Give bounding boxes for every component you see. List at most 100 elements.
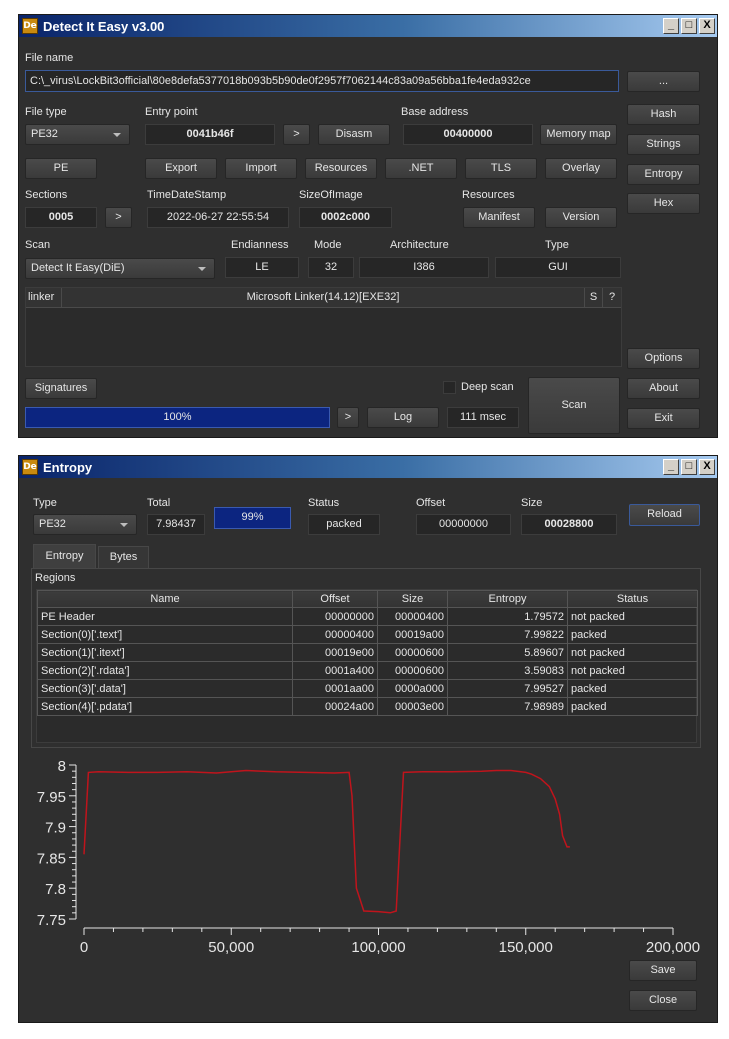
close-window-button[interactable]: X [699,18,715,34]
total-label: Total [147,497,171,509]
file-name-input[interactable]: C:\_virus\LockBit3official\80e8defa53770… [25,70,619,92]
column-header-name[interactable]: Name [37,590,293,608]
pe-button[interactable]: PE [25,158,97,179]
minimize-button[interactable]: _ [663,459,679,475]
type-label: Type [33,497,57,509]
region-status: packed [567,625,698,644]
about-button[interactable]: About [627,378,700,399]
x-tick-label: 150,000 [499,939,553,956]
column-header-size[interactable]: Size [377,590,448,608]
region-name: Section(1)['.itext'] [37,643,293,662]
main-window: De Detect It Easy v3.00 _ □ X File name … [18,14,718,438]
signatures-button[interactable]: Signatures [25,378,97,399]
scan-button[interactable]: Scan [528,377,620,434]
region-offset: 00024a00 [292,697,378,716]
save-button[interactable]: Save [629,960,697,981]
exit-button[interactable]: Exit [627,408,700,429]
region-entropy: 1.79572 [447,607,568,626]
manifest-button[interactable]: Manifest [463,207,535,228]
disasm-button[interactable]: Disasm [318,124,390,145]
column-header-offset[interactable]: Offset [292,590,378,608]
minimize-button[interactable]: _ [663,18,679,34]
region-status: not packed [567,607,698,626]
table-row[interactable]: Section(3)['.data'] 0001aa00 0000a000 7.995… [37,679,698,698]
chevron-down-icon [198,267,206,271]
detection-row[interactable]: linker Microsoft Linker(14.12)[EXE32] S … [26,288,621,308]
tab-bytes[interactable]: Bytes [98,546,149,568]
offset-label: Offset [416,497,446,509]
region-offset: 00019e00 [292,643,378,662]
window-title: Detect It Easy v3.00 [43,18,165,34]
signature-button[interactable]: S [585,288,603,307]
x-tick-label: 50,000 [208,939,254,956]
export-button[interactable]: Export [145,158,217,179]
hex-button[interactable]: Hex [627,193,700,214]
region-entropy: 5.89607 [447,643,568,662]
sections-value: 0005 [25,207,97,228]
overlay-button[interactable]: Overlay [545,158,617,179]
entropy-titlebar: De Entropy _ □ X [19,456,717,478]
scan-engine-select[interactable]: Detect It Easy(DiE) [25,258,215,279]
elapsed-time: 111 msec [447,407,519,428]
info-button[interactable]: ? [603,288,621,307]
base-address-value: 00400000 [403,124,533,145]
size-value: 00028800 [521,514,617,535]
status-label: Status [308,497,340,509]
progress-go-button[interactable]: > [337,407,359,428]
y-tick-label: 7.85 [37,850,66,867]
reload-button[interactable]: Reload [629,504,700,526]
size-label: Size [521,497,543,509]
tls-button[interactable]: TLS [465,158,537,179]
close-window-button[interactable]: X [699,459,715,475]
hash-button[interactable]: Hash [627,104,700,125]
region-entropy: 7.99527 [447,679,568,698]
deep-scan-checkbox[interactable] [443,381,456,394]
scan-label: Scan [25,239,51,251]
file-type-label: File type [25,106,67,118]
import-button[interactable]: Import [225,158,297,179]
maximize-button[interactable]: □ [681,459,697,475]
endianness-value: LE [225,257,299,278]
y-tick-label: 7.9 [45,820,66,837]
type-select[interactable]: PE32 [33,514,137,535]
strings-button[interactable]: Strings [627,134,700,155]
entry-point-go-button[interactable]: > [283,124,310,145]
version-button[interactable]: Version [545,207,617,228]
region-size: 00000600 [377,643,448,662]
resources-button[interactable]: Resources [305,158,377,179]
tab-entropy[interactable]: Entropy [33,544,96,568]
table-row[interactable]: Section(0)['.text'] 00000400 00019a00 7.998… [37,625,698,644]
main-titlebar: De Detect It Easy v3.00 _ □ X [19,15,717,37]
table-row[interactable]: PE Header 00000000 00000400 1.79572 not pack… [37,607,698,626]
entropy-series-line [83,769,570,914]
column-header-status[interactable]: Status [567,590,698,608]
base-address-label: Base address [401,106,469,118]
column-header-entropy[interactable]: Entropy [447,590,568,608]
timedatestamp-value: 2022-06-27 22:55:54 [147,207,289,228]
maximize-button[interactable]: □ [681,18,697,34]
entropy-button[interactable]: Entropy [627,164,700,185]
close-button[interactable]: Close [629,990,697,1011]
mode-label: Mode [314,239,342,251]
log-button[interactable]: Log [367,407,439,428]
region-size: 00000400 [377,607,448,626]
table-row[interactable]: Section(4)['.pdata'] 00024a00 00003e00 7.98… [37,697,698,716]
table-row[interactable]: Section(1)['.itext'] 00019e00 00000600 5.89… [37,643,698,662]
options-button[interactable]: Options [627,348,700,369]
region-name: PE Header [37,607,293,626]
region-size: 00000600 [377,661,448,680]
file-type-select[interactable]: PE32 [25,124,130,145]
type-value: PE32 [39,518,66,530]
browse-button[interactable]: ... [627,71,700,92]
entropy-window: De Entropy _ □ X Type PE32 Total 7.98437… [18,455,718,1023]
regions-panel: Regions Name Offset Size Entropy Status … [31,568,701,748]
net-button[interactable]: .NET [385,158,457,179]
sections-go-button[interactable]: > [105,207,132,228]
table-row[interactable]: Section(2)['.rdata'] 0001a400 00000600 3.59… [37,661,698,680]
status-value: packed [308,514,380,535]
chevron-down-icon [120,523,128,527]
scan-engine-value: Detect It Easy(DiE) [31,262,125,274]
architecture-label: Architecture [390,239,449,251]
memory-map-button[interactable]: Memory map [540,124,617,145]
region-entropy: 7.98989 [447,697,568,716]
